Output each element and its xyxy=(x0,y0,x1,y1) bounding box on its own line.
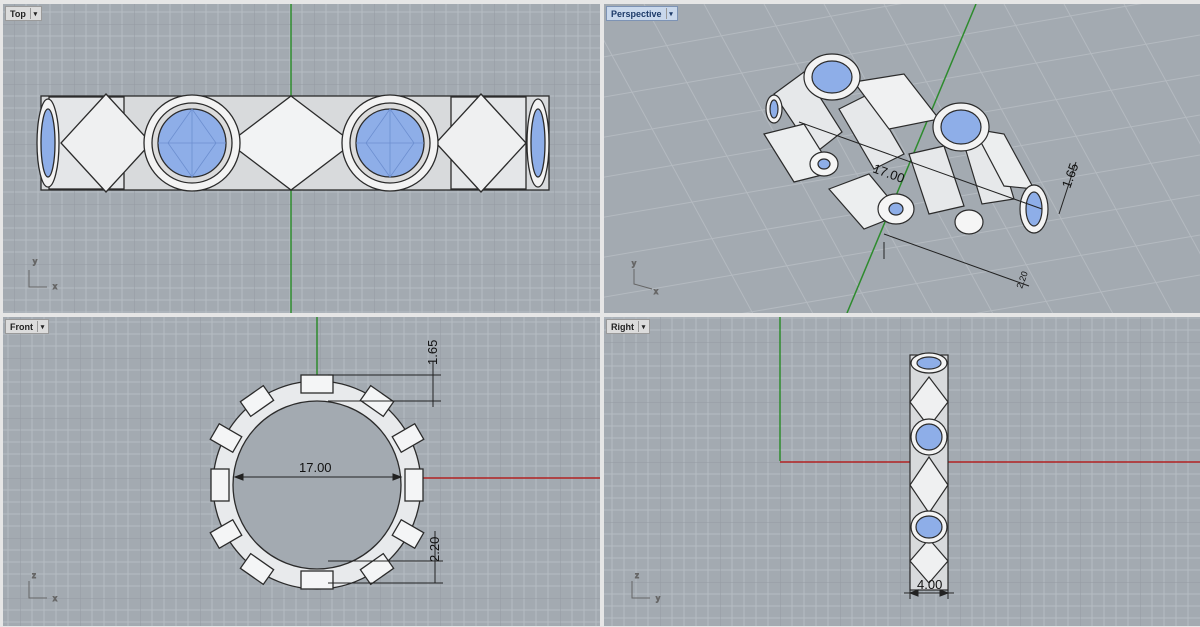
dim-thickness-label: 1.65 xyxy=(1059,161,1082,190)
front-dim-bottom-label: 2.20 xyxy=(427,537,442,562)
svg-text:y: y xyxy=(632,259,636,268)
chevron-down-icon[interactable]: ▾ xyxy=(37,321,47,332)
viewport-label: Front xyxy=(10,321,33,332)
viewport-right[interactable]: 4.00 z y Right ▾ xyxy=(604,317,1200,626)
ring-top-view xyxy=(36,93,550,193)
chevron-down-icon[interactable]: ▾ xyxy=(638,321,648,332)
viewport-tab-perspective[interactable]: Perspective ▾ xyxy=(606,6,678,21)
chevron-down-icon[interactable]: ▾ xyxy=(665,8,676,19)
viewport-tab-top[interactable]: Top ▾ xyxy=(5,6,42,21)
viewport-top[interactable]: y x Top ▾ xyxy=(3,4,600,313)
top-view-scene: y x xyxy=(3,4,600,313)
viewport-label: Perspective xyxy=(611,8,662,19)
svg-text:x: x xyxy=(53,594,57,603)
svg-text:z: z xyxy=(635,571,639,580)
ring-right-view xyxy=(909,352,949,591)
perspective-view-scene: 17.00 1.65 2.20 y x xyxy=(604,4,1200,313)
right-dim-width-label: 4.00 xyxy=(917,577,942,592)
front-dim-diameter-label: 17.00 xyxy=(299,460,332,475)
viewport-label: Right xyxy=(611,321,634,332)
viewport-tab-front[interactable]: Front ▾ xyxy=(5,319,49,334)
ring-perspective xyxy=(763,53,1049,235)
svg-text:y: y xyxy=(33,257,37,266)
chevron-down-icon[interactable]: ▾ xyxy=(29,8,40,19)
front-view-scene: 1.65 17.00 2.20 z x xyxy=(3,317,600,626)
viewport-label: Top xyxy=(10,8,26,19)
svg-text:y: y xyxy=(656,594,660,603)
svg-text:z: z xyxy=(32,571,36,580)
viewport-front[interactable]: 1.65 17.00 2.20 z x Front ▾ xyxy=(3,317,600,626)
front-dim-thickness-label: 1.65 xyxy=(425,340,440,365)
svg-text:x: x xyxy=(53,282,57,291)
viewport-perspective[interactable]: 17.00 1.65 2.20 y x Perspective ▾ xyxy=(604,4,1200,313)
svg-text:x: x xyxy=(654,287,658,296)
viewport-tab-right[interactable]: Right ▾ xyxy=(606,319,650,334)
right-view-scene: 4.00 z y xyxy=(604,317,1200,626)
dim-width-label: 2.20 xyxy=(1014,270,1029,290)
